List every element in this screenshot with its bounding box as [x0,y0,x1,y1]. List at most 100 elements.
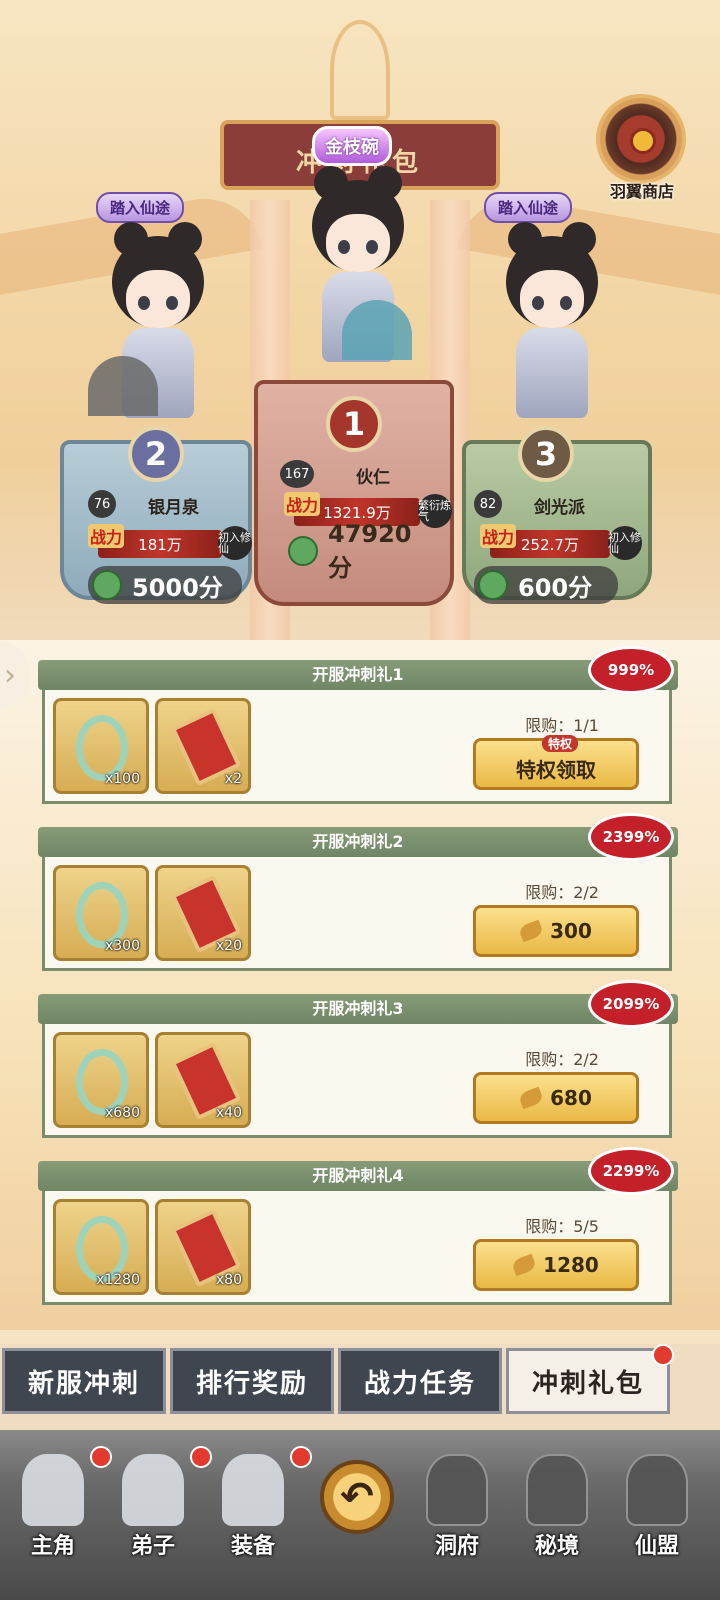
reward-item[interactable]: x1280 [53,1199,149,1295]
shop-label[interactable]: 羽翼商店 [590,178,694,202]
locked-cave-icon [426,1454,488,1526]
notification-dot [290,1446,312,1468]
package-card: 开服冲刺礼4 x1280 x80 限购：5/5 1280 2299% [38,1147,678,1307]
purchase-limit: 限购：2/2 [525,883,599,902]
player-name: 银月泉 [148,498,199,518]
nav-protagonist[interactable]: 主角 [8,1446,112,1568]
item-qty: x300 [104,938,140,954]
score-pill: 5000分 [88,566,242,604]
purchase-limit: 限购：1/1 [525,716,599,735]
price-label: 300 [550,919,592,943]
locked-alliance-icon [626,1454,688,1526]
player-avatar[interactable] [88,222,218,436]
title-badge: 踏入仙途 [96,192,185,223]
nav-label: 秘境 [534,1534,579,1559]
power-bar: 战力 252.7万 [480,524,610,558]
reward-item[interactable]: x300 [53,865,149,961]
nav-label: 洞府 [434,1534,479,1559]
nav-disciples[interactable]: 弟子 [108,1446,212,1568]
button-label: 特权领取 [516,757,596,782]
return-home-button[interactable]: ↶ [320,1460,394,1534]
level-badge: 76 [88,490,116,518]
nav-alliance[interactable]: 仙盟 [612,1448,702,1568]
level-badge: 82 [474,490,502,518]
rank-badge: 3 [518,426,574,482]
nav-label: 仙盟 [634,1534,679,1559]
package-card: 开服冲刺礼1 x100 x2 限购：1/1 特权特权领取 999% [38,646,678,806]
hat-figure-icon [22,1454,84,1526]
nav-cave-residence[interactable]: 洞府 [412,1448,502,1568]
nav-label: 弟子 [130,1534,175,1559]
realm-tag: 初入修仙 [608,526,642,560]
privilege-claim-button[interactable]: 特权特权领取 [473,735,639,790]
item-qty: x2 [224,771,242,787]
buy-button[interactable]: 1280 [473,1239,639,1291]
tab-rank-rewards[interactable]: 排行奖励 [170,1348,334,1414]
jade-coin-icon [288,536,318,566]
score-pill: 47920分 [284,520,434,582]
purchase-limit: 限购：2/2 [525,1050,599,1069]
reward-item[interactable]: x20 [155,865,251,961]
buy-button[interactable]: 300 [473,905,639,957]
feather-currency-icon [518,1086,545,1110]
locked-realm-icon [526,1454,588,1526]
return-arrow-icon: ↶ [340,1474,374,1520]
tab-sprint-packages[interactable]: 冲刺礼包 [506,1348,670,1414]
nav-secret-realm[interactable]: 秘境 [512,1448,602,1568]
score-value: 5000分 [132,573,223,602]
shop-button[interactable] [596,94,686,184]
disciple-icon [122,1454,184,1526]
tab-bar: 新服冲刺 排行奖励 战力任务 冲刺礼包 [0,1344,720,1430]
champion-title-badge: 金枝碗 [312,126,392,166]
buy-button[interactable]: 680 [473,1072,639,1124]
discount-badge: 999% [588,646,674,694]
nav-label: 装备 [230,1534,275,1559]
player-avatar[interactable] [492,222,612,436]
price-label: 1280 [543,1253,599,1277]
discount-badge: 2299% [588,1147,674,1195]
feather-currency-icon [518,919,545,943]
tab-new-server-sprint[interactable]: 新服冲刺 [2,1348,166,1414]
score-value: 47920分 [328,519,412,582]
armor-icon [222,1454,284,1526]
item-qty: x680 [104,1105,140,1121]
reward-item[interactable]: x40 [155,1032,251,1128]
package-card: 开服冲刺礼2 x300 x20 限购：2/2 300 2399% [38,813,678,973]
discount-badge: 2399% [588,813,674,861]
item-qty: x1280 [96,1272,140,1288]
ranking-scene: 冲刺礼包 金枝碗 羽翼商店 踏入仙途 踏入仙途 2 76 银月泉 战力181万 … [0,0,720,660]
score-value: 600分 [518,573,593,602]
price-label: 680 [550,1086,592,1110]
title-badge: 踏入仙途 [484,192,573,223]
nav-label: 主角 [30,1534,75,1559]
power-bar: 战力 181万 [88,524,222,558]
level-badge: 167 [280,460,314,488]
item-qty: x80 [215,1272,242,1288]
power-value: 181万 [138,535,182,554]
fan-icon [342,300,412,360]
coin-icon [630,128,656,154]
package-list[interactable]: 开服冲刺礼1 x100 x2 限购：1/1 特权特权领取 999% 开服冲刺礼2… [0,640,720,1330]
purchase-limit: 限购：5/5 [525,1217,599,1236]
nav-equipment[interactable]: 装备 [208,1446,312,1568]
item-qty: x40 [215,1105,242,1121]
reward-item[interactable]: x100 [53,698,149,794]
realm-tag: 初入修仙 [218,526,252,560]
tab-power-tasks[interactable]: 战力任务 [338,1348,502,1414]
package-title: 开服冲刺礼1 [38,660,678,690]
power-label: 战力 [480,524,517,548]
reward-item[interactable]: x80 [155,1199,251,1295]
feather-currency-icon [511,1253,538,1277]
power-label: 战力 [88,524,125,548]
player-avatar[interactable] [298,166,418,380]
item-qty: x20 [215,938,242,954]
package-title: 开服冲刺礼2 [38,827,678,857]
power-value: 252.7万 [521,535,579,554]
rank-badge: 1 [326,396,382,452]
package-title: 开服冲刺礼3 [38,994,678,1024]
power-label: 战力 [284,492,321,516]
reward-item[interactable]: x2 [155,698,251,794]
item-qty: x100 [104,771,140,787]
reward-item[interactable]: x680 [53,1032,149,1128]
privilege-tag: 特权 [542,735,579,752]
